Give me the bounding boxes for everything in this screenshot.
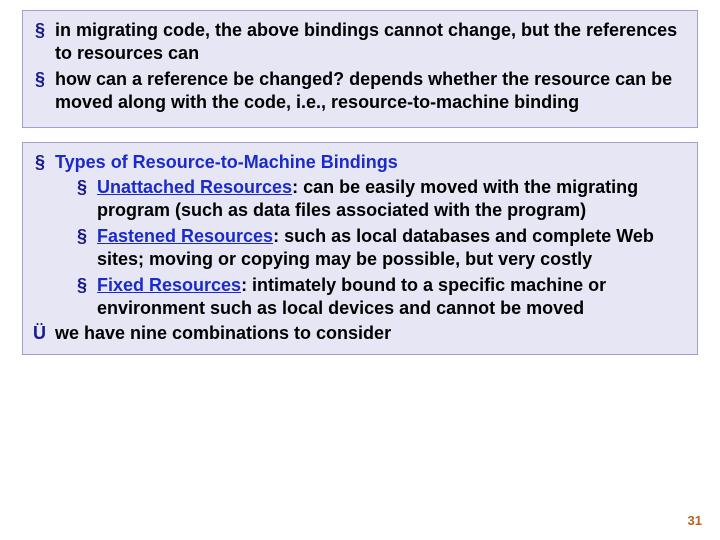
- box-lower: Types of Resource-to-Machine Bindings Un…: [22, 142, 698, 355]
- sub-title: Fixed Resources: [97, 275, 241, 295]
- bullet-list-lower: Types of Resource-to-Machine Bindings Un…: [33, 151, 685, 321]
- bullet-item: in migrating code, the above bindings ca…: [33, 19, 685, 66]
- sub-title: Fastened Resources: [97, 226, 273, 246]
- page-number: 31: [688, 513, 702, 528]
- bullet-list-upper: in migrating code, the above bindings ca…: [33, 19, 685, 115]
- bullet-heading: Types of Resource-to-Machine Bindings Un…: [33, 151, 685, 321]
- box-upper: in migrating code, the above bindings ca…: [22, 10, 698, 128]
- sub-title: Unattached Resources: [97, 177, 292, 197]
- sub-bullet-fastened: Fastened Resources: such as local databa…: [75, 225, 685, 272]
- sub-bullet-list: Unattached Resources: can be easily move…: [55, 176, 685, 320]
- heading-text: Types of Resource-to-Machine Bindings: [55, 152, 398, 172]
- slide-content: in migrating code, the above bindings ca…: [0, 0, 720, 540]
- arrow-conclusion: we have nine combinations to consider: [33, 322, 685, 345]
- bullet-item: how can a reference be changed? depends …: [33, 68, 685, 115]
- sub-bullet-fixed: Fixed Resources: intimately bound to a s…: [75, 274, 685, 321]
- sub-bullet-unattached: Unattached Resources: can be easily move…: [75, 176, 685, 223]
